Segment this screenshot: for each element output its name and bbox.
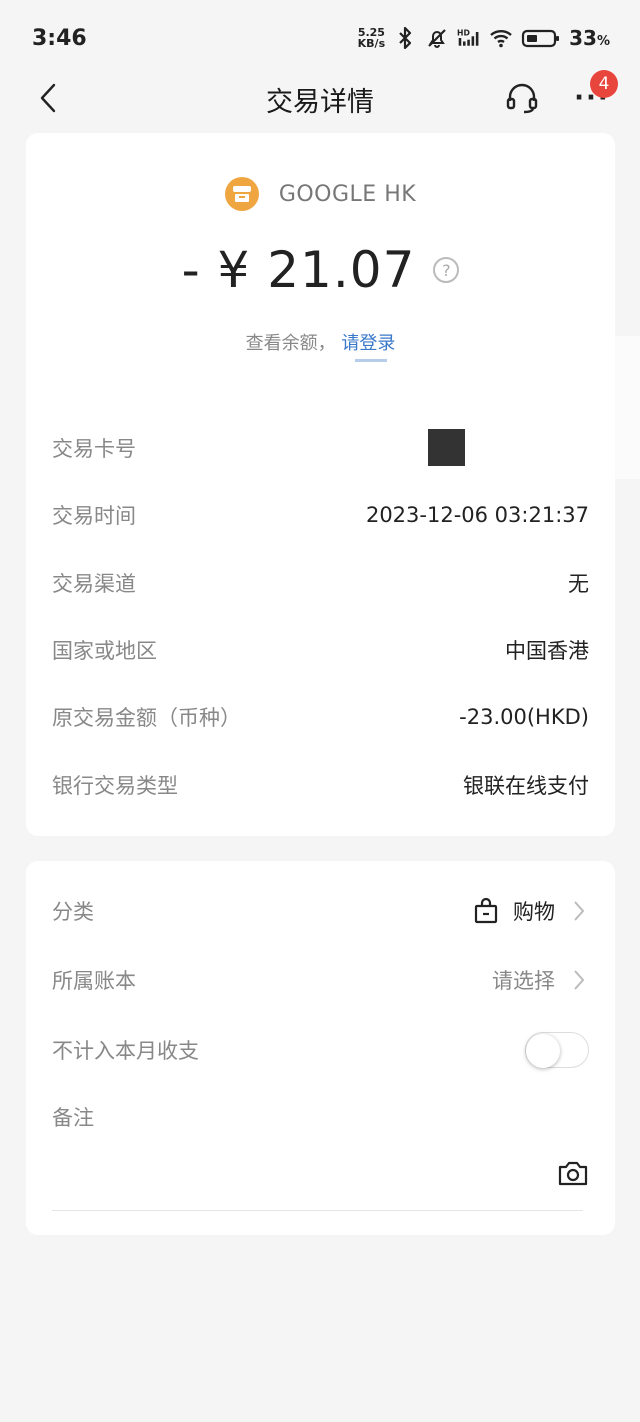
- signal-icon: HD: [457, 26, 481, 50]
- amount-row: - ¥ 21.07 ?: [26, 241, 615, 299]
- detail-row-original-amount: 原交易金额（币种） -23.00(HKD): [52, 702, 589, 732]
- camera-button[interactable]: [556, 1158, 590, 1188]
- exclude-month-row: 不计入本月收支: [52, 1032, 589, 1068]
- battery-icon: [521, 26, 561, 50]
- header: 交易详情 ···: [0, 70, 640, 126]
- login-link[interactable]: 请登录: [341, 333, 395, 354]
- help-icon[interactable]: ?: [433, 257, 460, 283]
- page-title: 交易详情: [266, 87, 374, 118]
- bluetooth-icon: [393, 26, 417, 50]
- category-selector[interactable]: 购物: [473, 896, 589, 926]
- status-time: 3:46: [32, 25, 87, 51]
- exclude-month-label: 不计入本月收支: [52, 1039, 199, 1063]
- redacted-card-number: [428, 429, 465, 466]
- detail-value: 2023-12-06 03:21:37: [365, 503, 589, 527]
- note-input-underline[interactable]: [52, 1210, 583, 1211]
- category-row[interactable]: 分类 购物: [52, 894, 589, 928]
- detail-label: 交易时间: [52, 504, 136, 528]
- detail-row-channel: 交易渠道 无: [52, 568, 589, 598]
- battery-percent: 33%: [569, 26, 610, 50]
- detail-value: 中国香港: [505, 639, 589, 663]
- detail-label: 交易渠道: [52, 572, 136, 596]
- note-row: 备注: [52, 1100, 589, 1134]
- notification-badge: 4: [590, 70, 618, 98]
- status-bar: 3:46 5.25 KB/s HD 33%: [0, 0, 640, 76]
- detail-label: 银行交易类型: [52, 774, 178, 798]
- detail-row-region: 国家或地区 中国香港: [52, 635, 589, 665]
- detail-row-card-number: 交易卡号: [52, 429, 589, 466]
- categorization-card: 分类 购物 所属账本 请选择 不计入本月收支 备注: [26, 861, 615, 1235]
- chevron-right-icon: [569, 898, 589, 924]
- transaction-card: GOOGLE HK - ¥ 21.07 ? 查看余额， 请登录 交易卡号 交易时…: [26, 133, 615, 836]
- headset-icon: [506, 83, 538, 114]
- account-book-selector[interactable]: 请选择: [492, 965, 589, 995]
- network-speed: 5.25 KB/s: [358, 27, 385, 49]
- account-book-value: 请选择: [492, 969, 555, 993]
- customer-service-button[interactable]: [502, 80, 542, 116]
- toggle-knob: [526, 1034, 560, 1068]
- category-value: 购物: [513, 900, 555, 924]
- category-label: 分类: [52, 900, 94, 924]
- detail-value: 银联在线支付: [463, 774, 589, 798]
- network-speed-unit: KB/s: [357, 37, 386, 50]
- account-book-label: 所属账本: [52, 969, 136, 993]
- account-book-row[interactable]: 所属账本 请选择: [52, 963, 589, 997]
- detail-label: 国家或地区: [52, 639, 157, 663]
- chevron-right-icon: [569, 967, 589, 993]
- detail-label: 交易卡号: [52, 437, 136, 461]
- store-icon: [224, 177, 259, 211]
- camera-icon: [558, 1161, 588, 1186]
- exclude-month-toggle[interactable]: [525, 1032, 589, 1068]
- detail-row-bank-type: 银行交易类型 银联在线支付: [52, 770, 589, 800]
- detail-value: -23.00(HKD): [459, 705, 589, 729]
- shopping-bag-icon: [473, 897, 499, 925]
- balance-text: 查看余额，: [245, 333, 336, 354]
- detail-value: 无: [568, 572, 589, 596]
- edge-shade: [615, 336, 640, 479]
- detail-label: 原交易金额（币种）: [52, 706, 241, 730]
- note-label: 备注: [52, 1106, 94, 1130]
- detail-row-time: 交易时间 2023-12-06 03:21:37: [52, 500, 589, 530]
- merchant-name: GOOGLE HK: [278, 181, 417, 207]
- merchant-row: GOOGLE HK: [26, 177, 615, 211]
- mute-icon: [425, 26, 449, 50]
- status-icons: 5.25 KB/s HD 33%: [358, 26, 610, 50]
- svg-text:HD: HD: [457, 28, 470, 37]
- wifi-icon: [489, 26, 513, 50]
- transaction-amount: - ¥ 21.07: [181, 241, 416, 299]
- balance-row: 查看余额， 请登录: [26, 329, 615, 355]
